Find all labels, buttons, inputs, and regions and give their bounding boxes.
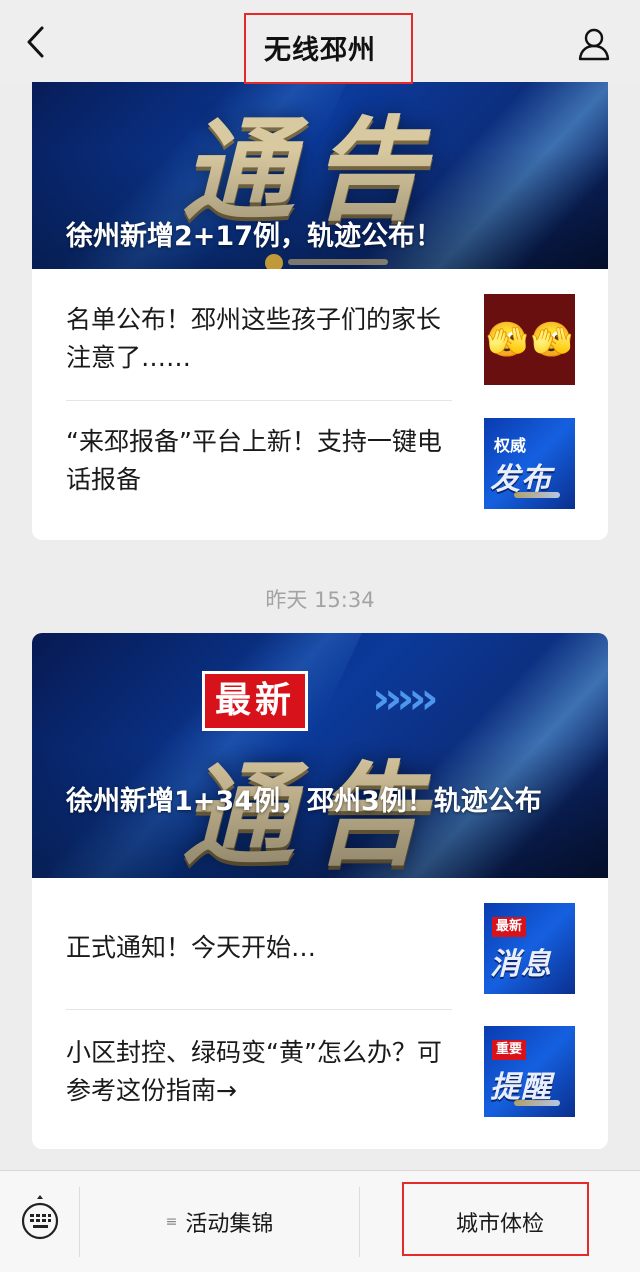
- thumb-tag: 重要: [492, 1040, 527, 1060]
- list-item-thumbnail: 最新 消息: [484, 903, 575, 994]
- menu-item-label: 活动集锦: [185, 1212, 274, 1237]
- covering-eyes-emoji-icon: 🫣: [486, 319, 529, 360]
- list-item[interactable]: 小区封控、绿码变“黄”怎么办？可参考这份指南→ 重要 提醒: [32, 1010, 608, 1133]
- list-item[interactable]: “来邳报备”平台上新！支持一键电话报备 权威 发布: [32, 401, 608, 524]
- keyboard-icon: [21, 1195, 59, 1240]
- list-item[interactable]: 名单公布！邳州这些孩子们的家长注意了…… 🫣 🫣: [32, 269, 608, 392]
- chevrons-decoration-icon: ›››››: [372, 673, 439, 724]
- cover-badge: 最新: [202, 671, 309, 731]
- thumb-headline: 消息: [490, 947, 552, 982]
- list-item[interactable]: 正式通知！今天开始… 最新 消息: [32, 878, 608, 1001]
- cover-article-title: 徐州新增1+34例，邳州3例！轨迹公布: [66, 786, 542, 817]
- menu-item-activities[interactable]: ≡ 活动集锦: [80, 1183, 359, 1261]
- bottom-menu-bar: ≡ 活动集锦 城市体检: [0, 1170, 640, 1272]
- list-item-thumbnail: 🫣 🫣: [484, 294, 575, 385]
- list-item-thumbnail: 重要 提醒: [484, 1026, 575, 1117]
- article-card: 最新 ››››› 通告 徐州新增1+34例，邳州3例！轨迹公布 正式通知！今天开…: [32, 633, 608, 1149]
- thumb-logo-strip: [514, 492, 560, 498]
- keyboard-toggle-button[interactable]: [20, 1193, 60, 1243]
- user-icon: [578, 28, 610, 61]
- article-card: 最新 通告 徐州新增2+17例，轨迹公布！ 名单公布！邳州这些孩子们的家长注意了…: [32, 50, 608, 540]
- menu-item-label: 城市体检: [455, 1212, 544, 1237]
- thumb-logo-strip: [514, 1100, 560, 1106]
- list-item-title: 名单公布！邳州这些孩子们的家长注意了……: [66, 305, 442, 372]
- title-highlight-box: [244, 13, 413, 84]
- message-timestamp: 昨天 15:34: [265, 588, 375, 612]
- cover-article-title: 徐州新增2+17例，轨迹公布！: [66, 221, 442, 252]
- menu-item-city-checkup[interactable]: 城市体检: [360, 1183, 640, 1261]
- thumb-tag: 权威: [494, 436, 527, 455]
- list-item-title: 正式通知！今天开始…: [66, 933, 317, 962]
- list-item-thumbnail: 权威 发布: [484, 418, 575, 509]
- article-cover[interactable]: 最新 ››››› 通告 徐州新增1+34例，邳州3例！轨迹公布: [32, 633, 608, 878]
- profile-button[interactable]: [574, 24, 614, 64]
- covering-eyes-emoji-icon: 🫣: [530, 319, 573, 360]
- list-item-title: 小区封控、绿码变“黄”怎么办？可参考这份指南→: [66, 1038, 442, 1105]
- top-nav-bar: 无线邳州: [0, 0, 640, 84]
- thumb-tag: 最新: [492, 917, 527, 937]
- menu-list-icon: ≡: [165, 1214, 178, 1230]
- list-item-title: “来邳报备”平台上新！支持一键电话报备: [66, 427, 442, 494]
